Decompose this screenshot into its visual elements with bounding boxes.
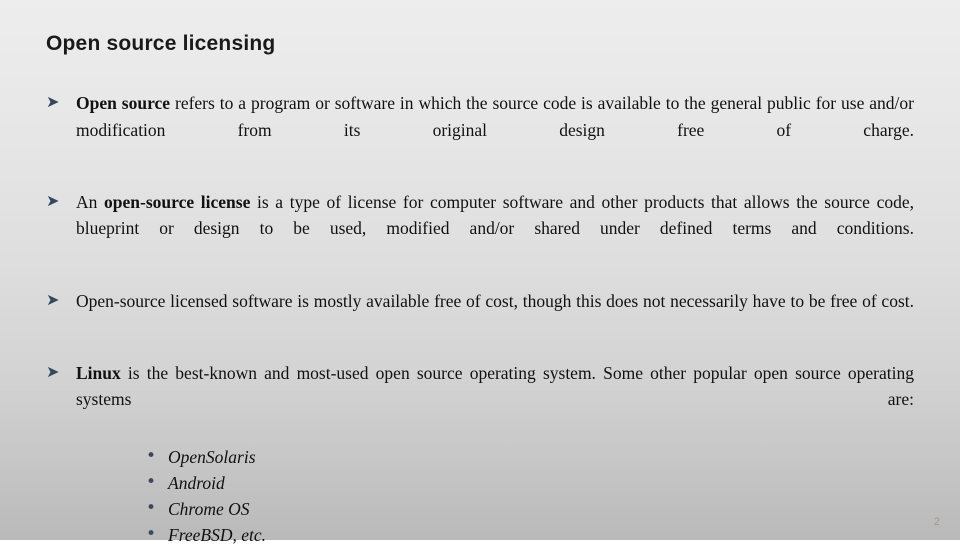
sub-bullet-item: • Android [142, 470, 914, 496]
bullet-arrow-icon: ➤ [46, 190, 60, 210]
bullet-text-emphasis: open-source license [104, 191, 251, 212]
sub-bullet-item: • OpenSolaris [142, 444, 914, 470]
sub-bullet-label: OpenSolaris [168, 446, 256, 467]
bullet-text-segment: An [76, 191, 105, 212]
bullet-text: Open source refers to a program or softw… [76, 90, 914, 170]
bullet-text-segment: Open-source licensed software is mostly … [76, 290, 914, 311]
bullet-item: ➤ An open-source license is a type of lic… [46, 189, 914, 269]
sub-bullet-label: Chrome OS [168, 499, 250, 520]
bullet-arrow-icon: ➤ [46, 92, 60, 111]
sub-bullet-item: • FreeBSD, etc. [142, 522, 914, 548]
sub-bullet-dot-icon: • [146, 471, 157, 492]
bullet-text-emphasis: Linux [76, 362, 121, 383]
bullet-text: Open-source licensed software is mostly … [76, 288, 914, 341]
bullet-list: ➤ Open source refers to a program or soft… [46, 90, 914, 549]
sub-bullet-dot-icon: • [146, 498, 157, 519]
slide-canvas: Open source licensing ➤ Open source refer… [0, 0, 960, 545]
bullet-item: ➤ Open source refers to a program or soft… [46, 90, 914, 170]
bullet-text: Linux is the best-known and most-used op… [76, 360, 914, 440]
sub-bullet-label: FreeBSD, etc. [168, 525, 266, 546]
bullet-text-emphasis: Open source [76, 93, 171, 113]
bullet-text-segment: is the best-known and most-used open sou… [76, 362, 914, 410]
sub-bullet-list: • OpenSolaris • Android • Chrome OS • FreeBSD, … [46, 444, 914, 549]
bullet-item: ➤ Linux is the best-known and most-used o… [46, 360, 914, 440]
sub-bullet-dot-icon: • [146, 445, 157, 466]
sub-bullet-item: • Chrome OS [142, 496, 914, 522]
page-number: 2 [933, 516, 940, 528]
page-title: Open source licensing [46, 32, 276, 55]
bullet-arrow-icon: ➤ [46, 361, 60, 381]
bullet-text-segment: refers to a program or software in which… [76, 93, 915, 140]
slide-body: ➤ Open source refers to a program or soft… [46, 90, 914, 549]
sub-bullet-label: Android [168, 472, 225, 493]
bullet-text: An open-source license is a type of lice… [76, 189, 914, 269]
sub-bullet-dot-icon: • [146, 524, 157, 545]
bullet-item: ➤ Open-source licensed software is mostly… [46, 288, 914, 341]
bullet-arrow-icon: ➤ [46, 289, 60, 309]
